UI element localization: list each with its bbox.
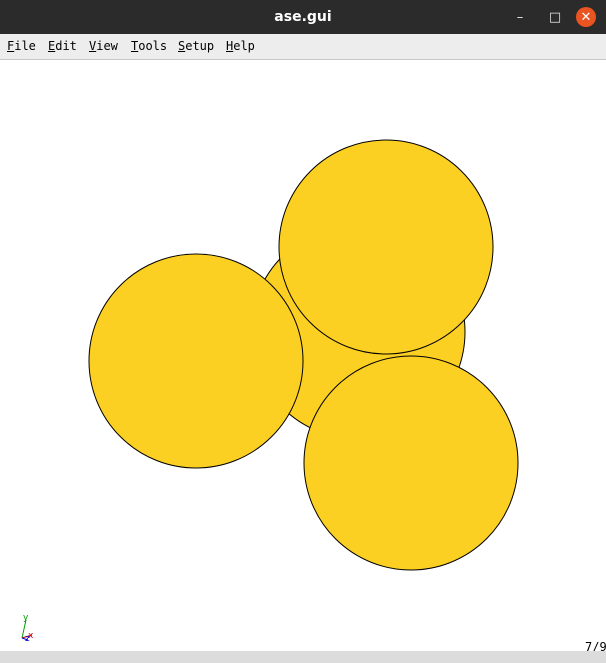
menu-file-label: ile	[14, 39, 36, 53]
app-window: ase.gui – □ ✕ File Edit View Tools Setup…	[0, 0, 606, 663]
atom-2[interactable]	[88, 253, 304, 469]
menu-setup-label: etup	[185, 39, 215, 53]
menu-file[interactable]: File	[7, 39, 36, 53]
menu-setup[interactable]: Setup	[178, 39, 214, 53]
close-button[interactable]: ✕	[576, 7, 596, 27]
atom-3[interactable]	[278, 139, 494, 355]
menu-edit[interactable]: Edit	[48, 39, 77, 53]
menu-tools[interactable]: Tools	[131, 39, 167, 53]
maximize-button[interactable]: □	[545, 7, 565, 27]
menu-view[interactable]: View	[89, 39, 118, 53]
axis-y-label: y	[23, 613, 29, 623]
atom-4[interactable]	[303, 355, 519, 571]
axis-z-label: z	[25, 634, 30, 644]
menu-help[interactable]: Help	[226, 39, 255, 53]
minimize-button[interactable]: –	[510, 7, 530, 27]
menu-edit-label: dit	[55, 39, 77, 53]
menu-view-label: iew	[96, 39, 118, 53]
status-bar	[0, 651, 606, 663]
menu-tools-label: ools	[138, 39, 168, 53]
atoms-drawing[interactable]: y x z	[0, 60, 606, 651]
menu-bar: File Edit View Tools Setup Help	[0, 34, 606, 60]
structure-canvas[interactable]: y x z	[0, 60, 606, 651]
title-bar[interactable]: ase.gui – □ ✕	[0, 0, 606, 34]
axes-indicator: y x z	[21, 613, 34, 644]
menu-help-label: elp	[233, 39, 255, 53]
